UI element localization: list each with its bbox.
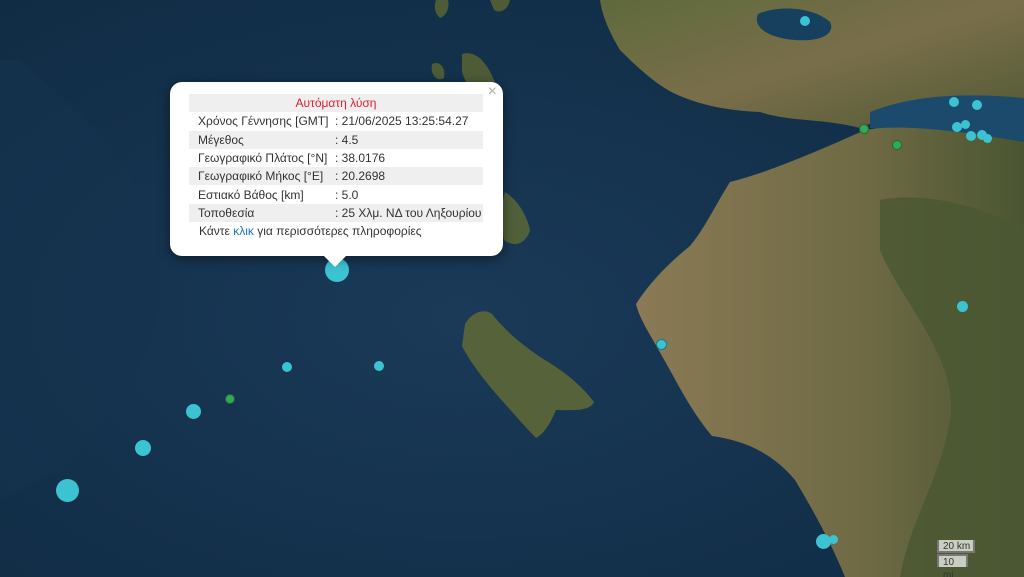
close-icon[interactable]: × bbox=[488, 84, 497, 100]
quake-marker[interactable] bbox=[949, 97, 959, 107]
more-info-line: Κάντε κλικ για περισσότερες πληροφορίες bbox=[189, 222, 484, 240]
quake-marker[interactable] bbox=[957, 301, 968, 312]
quake-marker[interactable] bbox=[56, 479, 79, 502]
quake-marker[interactable] bbox=[892, 140, 902, 150]
latitude-value: : 38.0176 bbox=[335, 151, 386, 166]
popup-pointer bbox=[324, 256, 346, 267]
quake-marker[interactable] bbox=[135, 440, 151, 456]
quake-marker[interactable] bbox=[859, 124, 869, 134]
more-info-suffix: για περισσότερες πληροφορίες bbox=[253, 224, 422, 239]
more-info-link[interactable]: κλικ bbox=[233, 224, 254, 238]
longitude-label: Γεωγραφικό Μήκος [°E] bbox=[189, 167, 333, 186]
depth-label: Εστιακό Βάθος [km] bbox=[198, 187, 304, 202]
popup-title: Αυτόματη λύση bbox=[189, 94, 483, 113]
longitude-value: : 20.2698 bbox=[333, 167, 483, 186]
map-scale: 20 km 10 mi bbox=[937, 540, 1019, 577]
earthquake-details-table: Αυτόματη λύση Χρόνος Γέννησης [GMT] : 21… bbox=[189, 94, 483, 223]
magnitude-value: : 4.5 bbox=[333, 130, 483, 149]
quake-marker[interactable] bbox=[961, 120, 970, 129]
map-view[interactable]: × Αυτόματη λύση Χρόνος Γέννησης [GMT] : … bbox=[0, 0, 1024, 577]
quake-marker[interactable] bbox=[972, 100, 982, 110]
quake-marker[interactable] bbox=[374, 361, 384, 371]
scale-km: 20 km bbox=[937, 540, 975, 553]
quake-marker[interactable] bbox=[800, 16, 810, 26]
quake-marker[interactable] bbox=[656, 339, 667, 350]
latitude-label: Γεωγραφικό Πλάτος [°N] bbox=[198, 151, 328, 166]
origin-time-label: Χρόνος Γέννησης [GMT] bbox=[198, 114, 329, 129]
more-info-prefix: Κάντε bbox=[199, 224, 234, 239]
quake-marker[interactable] bbox=[225, 394, 235, 404]
quake-marker[interactable] bbox=[966, 131, 976, 141]
location-label: Τοποθεσία bbox=[189, 203, 333, 223]
quake-marker[interactable] bbox=[282, 362, 292, 372]
quake-marker[interactable] bbox=[983, 134, 992, 143]
scale-mi: 10 mi bbox=[937, 554, 968, 577]
quake-marker[interactable] bbox=[829, 535, 838, 544]
magnitude-label: Μέγεθος bbox=[189, 130, 333, 149]
origin-time-value: : 21/06/2025 13:25:54.27 bbox=[335, 114, 469, 129]
earthquake-markers bbox=[0, 0, 1024, 577]
earthquake-info-popup: × Αυτόματη λύση Χρόνος Γέννησης [GMT] : … bbox=[170, 82, 503, 267]
quake-marker[interactable] bbox=[186, 404, 201, 419]
location-value: : 25 Χλμ. ΝΔ του Ληξουρίου bbox=[333, 203, 483, 223]
depth-value: : 5.0 bbox=[335, 187, 359, 202]
